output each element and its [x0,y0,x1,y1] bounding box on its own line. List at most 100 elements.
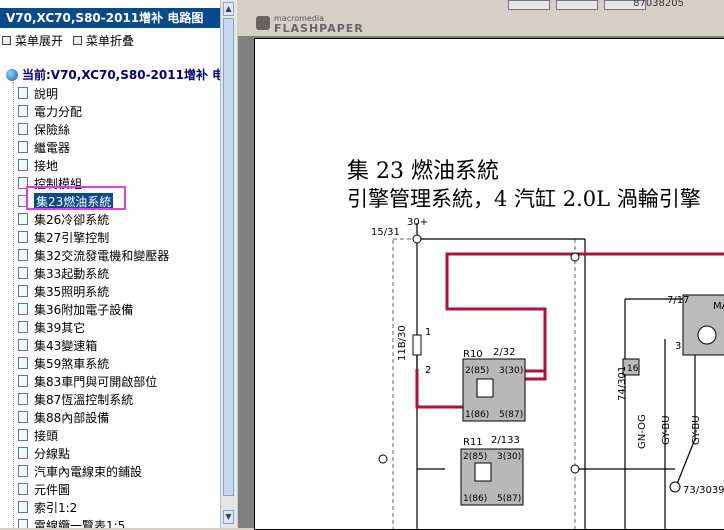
collapse-menu-button[interactable]: 菜单折叠 [73,32,134,49]
tree-item[interactable]: 分線點 [18,444,70,462]
tree-item-label: 集35照明系統 [34,284,110,299]
document-page: 集 23 燃油系統 引擎管理系統，4 汽缸 2.0L 渦輪引擎 30+ 15/3… [254,38,724,530]
tree-item[interactable]: 元件圖 [18,480,70,498]
document-icon [18,375,28,387]
tree-item-label: 繼電器 [34,140,71,155]
document-icon [18,339,28,351]
label-pin-1: 1 [425,327,431,338]
tree-item[interactable]: 保險絲 [18,120,70,138]
scroll-down-arrow-icon[interactable]: ▼ [223,510,234,524]
tree-root-label: 当前:V70,XC70,S80-2011增补 电 [22,68,220,82]
tree-item-label: 電線纜一覽表1:5 [34,518,126,529]
tree-item[interactable]: 集33起動系統 [18,264,109,282]
tree-item[interactable]: 索引1:2 [18,498,77,516]
tree-item[interactable]: 集39其它 [18,318,85,336]
document-icon [18,465,28,477]
document-icon [18,231,28,243]
panel-title: V70,XC70,S80-2011增补 电路图 [0,8,220,28]
scroll-up-arrow-icon[interactable]: ▲ [223,2,234,16]
pin-1-86-b: 1(86) [463,494,487,504]
tree-item[interactable]: 集27引擎控制 [18,228,109,246]
tree-scrollbar[interactable]: ▲ ▼ [220,0,237,528]
label-gn-og: GN-OG [637,414,648,449]
tree-root[interactable]: 当前:V70,XC70,S80-2011增补 电 [6,66,220,83]
navigation-panel: V70,XC70,S80-2011增补 电路图 菜单展开 菜单折叠 当前:V70… [0,0,237,528]
tree-item-label: 集33起動系統 [34,266,110,281]
tree-item[interactable]: 集36附加電子設備 [18,300,133,318]
tree-item[interactable]: 接地 [18,156,58,174]
label-r10: R10 [463,349,483,360]
tree-item[interactable]: 集83車門與可開啟部位 [18,372,157,390]
document-icon [18,159,28,171]
document-tree: 当前:V70,XC70,S80-2011增补 电 說明 電力分配 保險絲 繼電器 接地控… [0,62,220,528]
wiring-diagram: 30+ 15/31 11B/30 R10 2/32 R11 2/133 7/17… [371,217,724,529]
tree-item-label: 集59煞車系統 [34,356,110,371]
scrollbar-thumb[interactable] [223,18,234,496]
pin-5-87-b: 5(87) [497,494,521,504]
flashpaper-logo-icon [256,16,270,30]
expand-icon [2,36,11,45]
brand-big: FLASHPAPER [274,22,364,35]
tree-item[interactable]: 電線纜一覽表1:5 [18,516,125,528]
tree-item[interactable]: 集26冷卻系統 [18,210,109,228]
label-7-17: 7/17 [667,295,689,306]
tree-item[interactable]: 接頭 [18,426,58,444]
tree-guide-line [13,82,14,528]
document-icon [18,483,28,495]
document-icon [18,141,28,153]
document-icon [18,321,28,333]
tree-item[interactable]: 集35照明系統 [18,282,109,300]
document-icon [18,213,28,225]
collapse-label: 菜单折叠 [86,34,135,48]
globe-icon [6,68,18,81]
label-73-3039: 73/3039 [683,485,724,496]
label-r11: R11 [463,437,483,448]
label-gy-bu: GY-BU [661,415,672,445]
tree-item-label: 集27引擎控制 [34,230,110,245]
tree-item[interactable]: 集32交流發電機和變壓器 [18,246,169,264]
tree-item-label: 分線點 [34,446,71,461]
tree-item[interactable]: 集88內部設備 [18,408,109,426]
document-icon [18,393,28,405]
tree-item-label: 集43變速箱 [34,338,98,353]
tree-item-label: 集32交流發電機和變壓器 [34,248,170,263]
document-icon [18,447,28,459]
tree-item[interactable]: 說明 [18,84,58,102]
tree-item-label: 集26冷卻系統 [34,212,110,227]
expand-label: 菜单展开 [15,34,64,48]
tree-item-label: 接地 [34,158,59,173]
pin-5-87-a: 5(87) [499,410,523,420]
document-viewer: 87038205 macromedia FLASHPAPER 集 23 燃油系統… [238,0,724,530]
pin-2-85-b: 2(85) [463,452,487,462]
tree-item[interactable]: 集87恆溫控制系統 [18,390,133,408]
expand-menu-button[interactable]: 菜单展开 [2,32,63,49]
tree-item[interactable]: 汽車內電線束的鋪設 [18,462,142,480]
tree-item[interactable]: 繼電器 [18,138,70,156]
page-number: 87038205 [633,0,684,9]
toolbar-button[interactable] [508,0,550,10]
label-gy-bu-2: GY-BU [691,415,702,445]
tree-item[interactable]: 集59煞車系統 [18,354,109,372]
flashpaper-brand: macromedia FLASHPAPER [238,10,724,36]
tree-item-label: 集83車門與可開啟部位 [34,374,158,389]
document-icon [18,303,28,315]
tree-item-label: 集87恆溫控制系統 [34,392,134,407]
collapse-icon [73,36,83,45]
document-icon [18,123,28,135]
document-icon [18,285,28,297]
resistor-symbol [412,334,422,356]
tree-item[interactable]: 電力分配 [18,102,82,120]
toolbar-button[interactable] [556,0,598,10]
label-pin-2: 2 [425,365,431,376]
viewer-toolbar: 87038205 [238,0,724,10]
label-11b-30: 11B/30 [397,325,408,361]
document-icon [18,501,28,513]
document-icon [18,429,28,441]
tree-item-label: 集39其它 [34,320,86,335]
tree-item-label: 接頭 [34,428,59,443]
document-icon [18,519,28,528]
document-icon [18,411,28,423]
tree-item[interactable]: 集43變速箱 [18,336,97,354]
document-icon [18,357,28,369]
pin-1-86-a: 1(86) [465,410,489,420]
